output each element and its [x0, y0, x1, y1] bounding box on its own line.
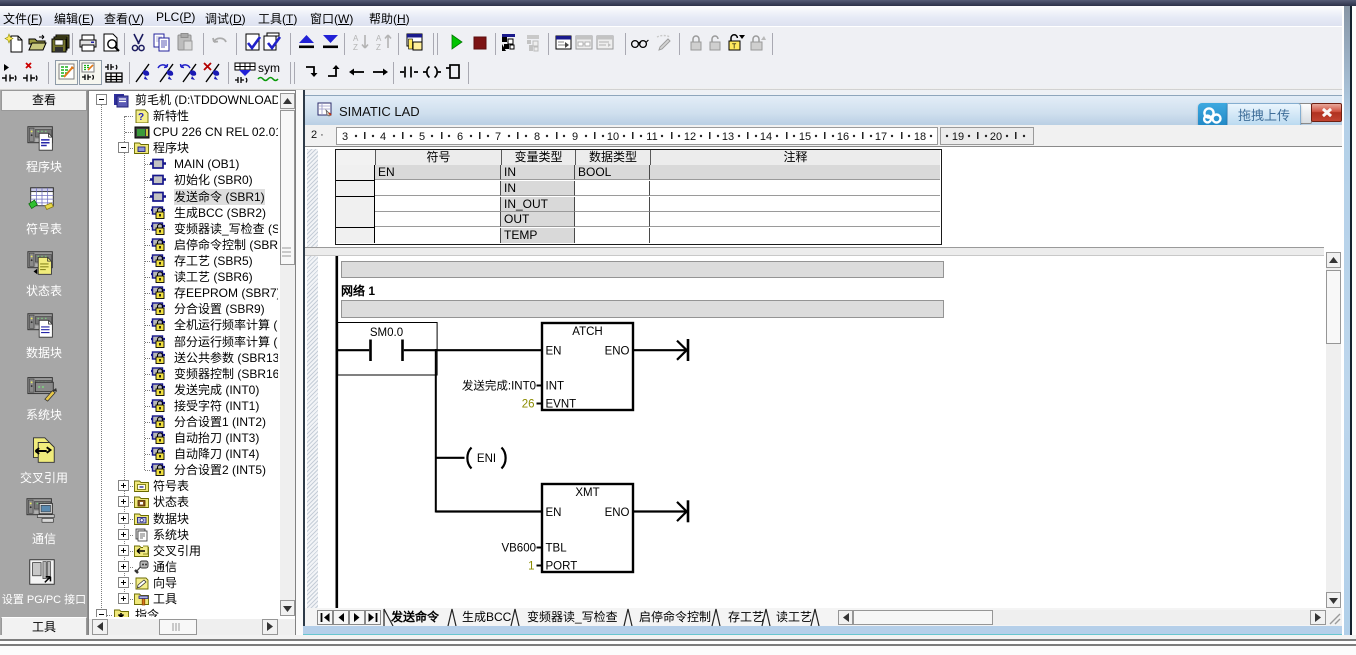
svg-text:ENO: ENO [605, 507, 630, 519]
svg-text:7: 7 [495, 131, 501, 143]
svg-text:9: 9 [572, 131, 578, 143]
svg-text:XMT: XMT [575, 487, 599, 499]
svg-text:13: 13 [722, 131, 734, 143]
svg-text:Z: Z [353, 43, 358, 52]
svg-text:4: 4 [380, 131, 386, 143]
svg-text:1: 1 [528, 561, 534, 573]
svg-text:A: A [376, 34, 382, 43]
svg-text:ENO: ENO [605, 346, 630, 358]
svg-text:发送完成:INT0: 发送完成:INT0 [462, 379, 536, 393]
svg-text:15: 15 [799, 131, 811, 143]
svg-text:VB600: VB600 [501, 543, 536, 555]
svg-text:17: 17 [875, 131, 887, 143]
svg-text:11: 11 [646, 131, 657, 143]
svg-text:EVNT: EVNT [546, 399, 577, 411]
svg-text:19: 19 [952, 131, 964, 143]
svg-text:EN: EN [546, 507, 562, 519]
svg-text:14: 14 [760, 131, 772, 143]
svg-text:16: 16 [837, 131, 849, 143]
svg-text:ENI: ENI [477, 453, 496, 465]
svg-text:20: 20 [990, 131, 1002, 143]
svg-text:5: 5 [419, 131, 425, 143]
svg-text:10: 10 [607, 131, 619, 143]
svg-text:?: ? [138, 112, 144, 123]
svg-text:PORT: PORT [546, 561, 578, 573]
svg-text:26: 26 [522, 399, 535, 411]
svg-text:3: 3 [342, 131, 348, 143]
svg-text:12: 12 [684, 131, 696, 143]
svg-text:8: 8 [534, 131, 540, 143]
svg-text:EN: EN [546, 346, 562, 358]
svg-text:ATCH: ATCH [572, 326, 602, 338]
svg-text:A: A [353, 34, 359, 43]
svg-text:Z: Z [376, 43, 381, 52]
svg-text:18: 18 [914, 131, 926, 143]
svg-text:6: 6 [457, 131, 463, 143]
svg-text:INT: INT [546, 381, 565, 393]
svg-text:TBL: TBL [546, 543, 568, 555]
svg-text:T: T [732, 44, 737, 51]
svg-text:SM0.0: SM0.0 [370, 327, 403, 339]
